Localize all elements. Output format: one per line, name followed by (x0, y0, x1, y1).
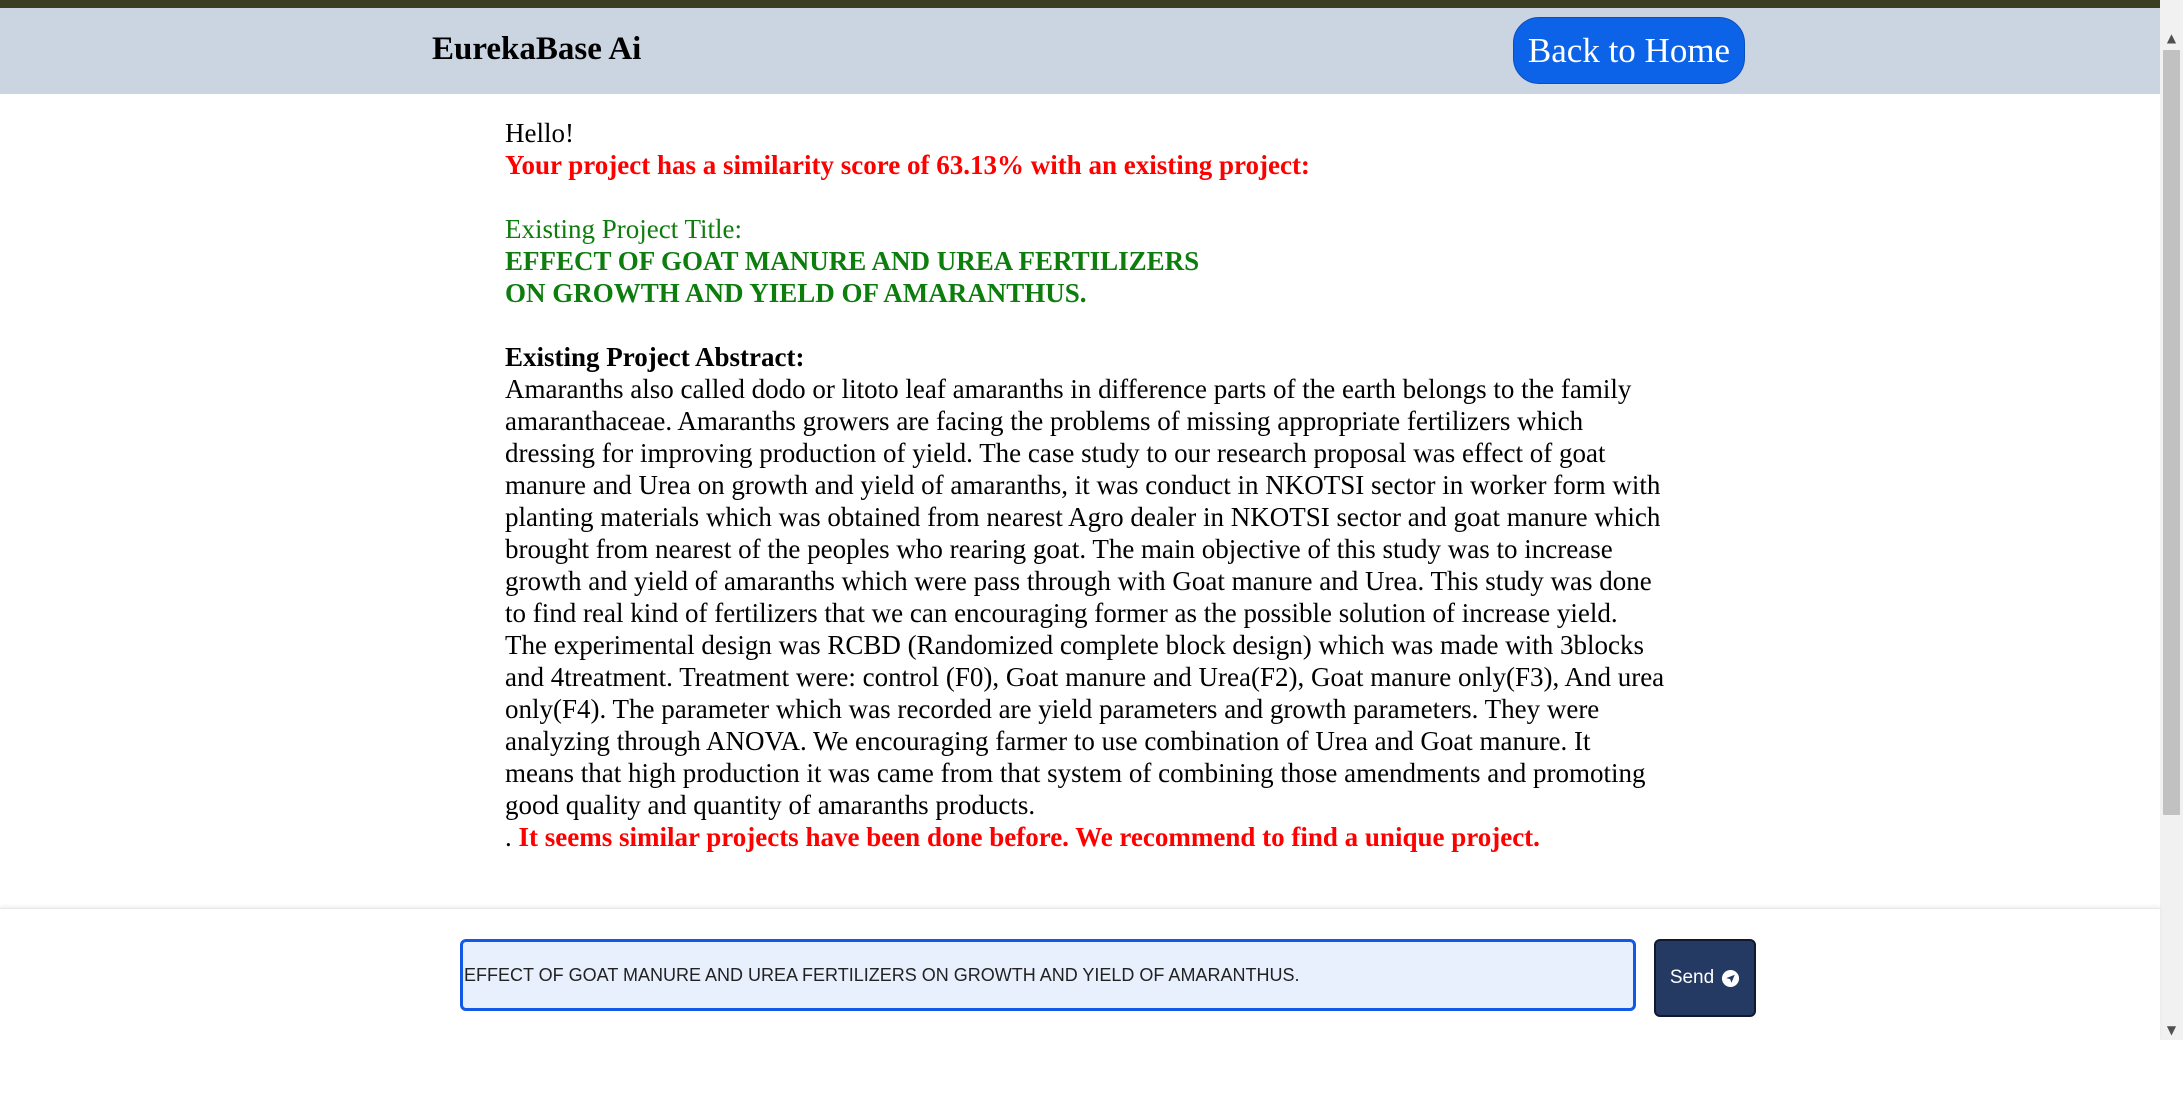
existing-title-label: Existing Project Title: (505, 214, 743, 244)
recommendation-text: It seems similar projects have been done… (518, 822, 1540, 852)
brand-title: EurekaBase Ai (432, 31, 642, 67)
send-button[interactable]: Send (1654, 939, 1756, 1017)
app-header: EurekaBase Ai Back to Home (0, 8, 2160, 94)
back-to-home-button[interactable]: Back to Home (1513, 17, 1745, 84)
scroll-down-arrow-icon[interactable]: ▼ (2160, 1020, 2183, 1040)
send-label: Send (1669, 967, 1715, 988)
recommendation-prefix: . (505, 822, 519, 852)
similarity-score-message: Your project has a similarity score of 6… (505, 150, 1310, 180)
chat-input-bar: Send (0, 908, 2160, 1041)
greeting-text: Hello! (505, 118, 574, 148)
similarity-result: Hello! Your project has a similarity sco… (505, 117, 1675, 853)
existing-title-line-1: EFFECT OF GOAT MANURE AND UREA FERTILIZE… (505, 246, 1200, 276)
page-scrollbar[interactable]: ▲ ▼ (2160, 0, 2183, 1040)
project-title-input[interactable] (460, 939, 1636, 1011)
scroll-up-arrow-icon[interactable]: ▲ (2160, 28, 2183, 48)
existing-title-line-2: ON GROWTH AND YIELD OF AMARANTHUS. (505, 278, 1087, 308)
abstract-label: Existing Project Abstract: (505, 342, 805, 372)
window-top-strip (0, 0, 2183, 8)
abstract-text: Amaranths also called dodo or litoto lea… (505, 374, 1665, 820)
recommendation-line: . It seems similar projects have been do… (505, 821, 1675, 853)
scrollbar-thumb[interactable] (2163, 50, 2180, 815)
send-arrow-circle-icon (1721, 969, 1740, 988)
